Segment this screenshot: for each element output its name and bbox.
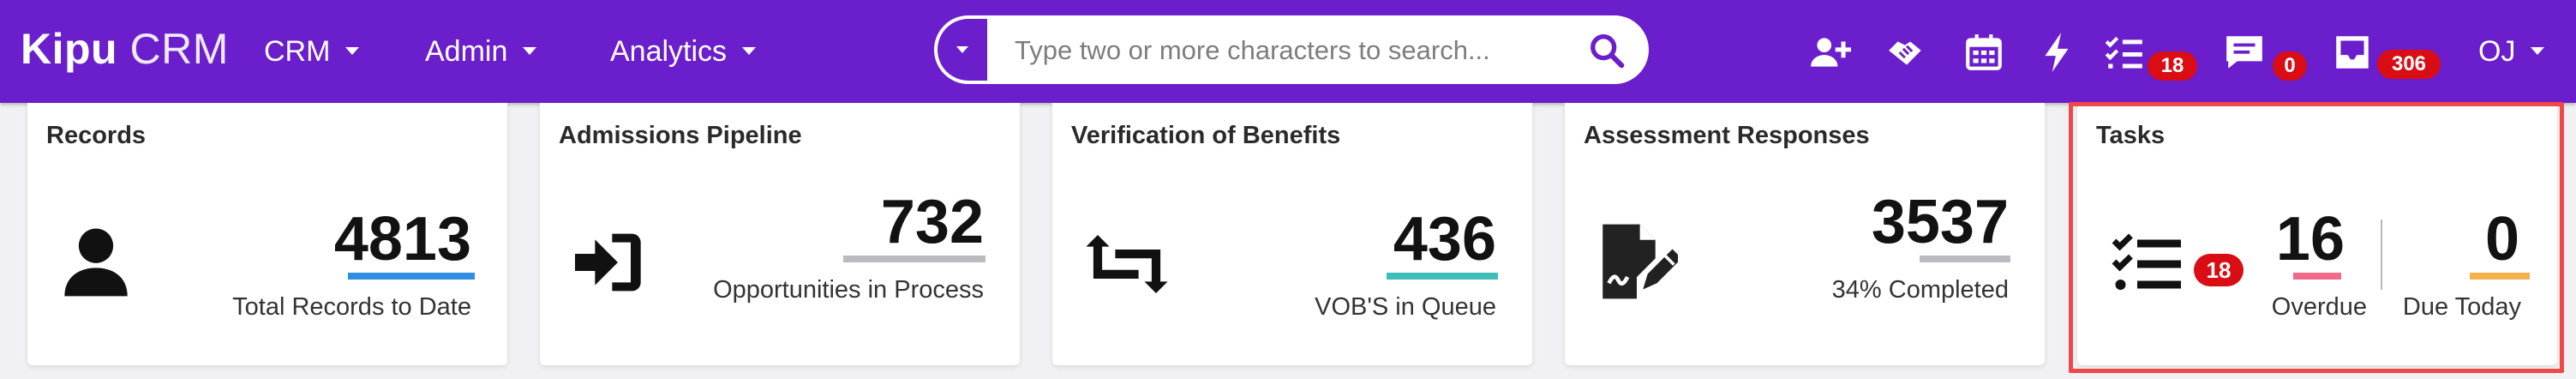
records-underline [348, 273, 475, 280]
top-nav-bar: Kipu CRM CRM Admin Analytics Type two or… [0, 0, 2576, 103]
task-list-icon [2112, 233, 2181, 290]
records-count: 4813 [333, 205, 471, 274]
menu-admin[interactable]: Admin [425, 26, 537, 77]
records-subtitle: Total Records to Date [232, 293, 471, 321]
task-checklist-icon[interactable] [2103, 31, 2146, 74]
tasks-due-today-count: 0 [2484, 205, 2519, 274]
chevron-down-icon [742, 46, 757, 55]
due-today-label: Due Today [2402, 293, 2521, 321]
card-title: Records [46, 122, 147, 149]
menu-crm[interactable]: CRM [264, 26, 360, 77]
assessment-underline [1920, 256, 2010, 262]
verification-of-benefits-card[interactable]: Verification of Benefits 436 VOB'S in Qu… [1052, 103, 1532, 365]
assessment-subtitle: 34% Completed [1831, 276, 2009, 304]
assessment-responses-card[interactable]: Assessment Responses 3537 34% Completed [1565, 103, 2045, 365]
admissions-count: 732 [880, 188, 984, 256]
vob-count: 436 [1393, 205, 1496, 274]
admissions-pipeline-card[interactable]: Admissions Pipeline 732 Opportunities in… [540, 103, 1020, 365]
tasks-count-badge: 18 [2194, 254, 2244, 286]
app-logo[interactable]: Kipu CRM [21, 19, 229, 79]
calendar-icon[interactable] [1962, 31, 2005, 74]
search-scope-dropdown[interactable] [938, 19, 987, 81]
card-title: Assessment Responses [1584, 122, 1870, 149]
inbox-icon[interactable] [2331, 31, 2374, 74]
admissions-subtitle: Opportunities in Process [713, 276, 984, 304]
records-card[interactable]: Records 4813 Total Records to Date [27, 103, 507, 365]
chevron-down-icon [345, 46, 360, 55]
card-title: Admissions Pipeline [559, 122, 802, 149]
chevron-down-icon [523, 46, 537, 55]
signed-document-icon [1603, 224, 1678, 299]
tasks-notification-badge: 18 [2148, 51, 2197, 81]
search-bar [934, 15, 1649, 84]
menu-analytics[interactable]: Analytics [610, 26, 757, 77]
sign-in-icon [575, 233, 641, 292]
card-title: Tasks [2096, 122, 2166, 149]
person-icon [64, 228, 128, 297]
messages-notification-badge: 0 [2273, 51, 2307, 81]
search-input[interactable] [1013, 27, 1565, 74]
search-icon[interactable] [1587, 31, 1626, 70]
vob-subtitle: VOB'S in Queue [1315, 293, 1496, 321]
admissions-underline [843, 256, 985, 262]
chevron-down-icon [2531, 46, 2545, 55]
due-today-underline [2470, 273, 2530, 280]
overdue-label: Overdue [2271, 293, 2367, 321]
assessment-count: 3537 [1871, 188, 2009, 256]
overdue-underline [2293, 273, 2341, 280]
tasks-overdue-count: 16 [2275, 205, 2345, 274]
inbox-notification-badge: 306 [2377, 50, 2441, 79]
tasks-divider [2381, 220, 2382, 290]
add-user-icon[interactable] [1808, 31, 1851, 74]
chat-icon[interactable] [2223, 31, 2266, 74]
handshake-icon[interactable] [1885, 31, 1928, 74]
vob-underline [1387, 273, 1498, 280]
bolt-icon[interactable] [2036, 31, 2079, 74]
tasks-card[interactable]: Tasks 16 Overdue 0 Due Today [2077, 103, 2557, 365]
exchange-icon [1086, 235, 1168, 293]
card-title: Verification of Benefits [1071, 122, 1341, 149]
user-menu[interactable]: OJ [2478, 26, 2545, 77]
